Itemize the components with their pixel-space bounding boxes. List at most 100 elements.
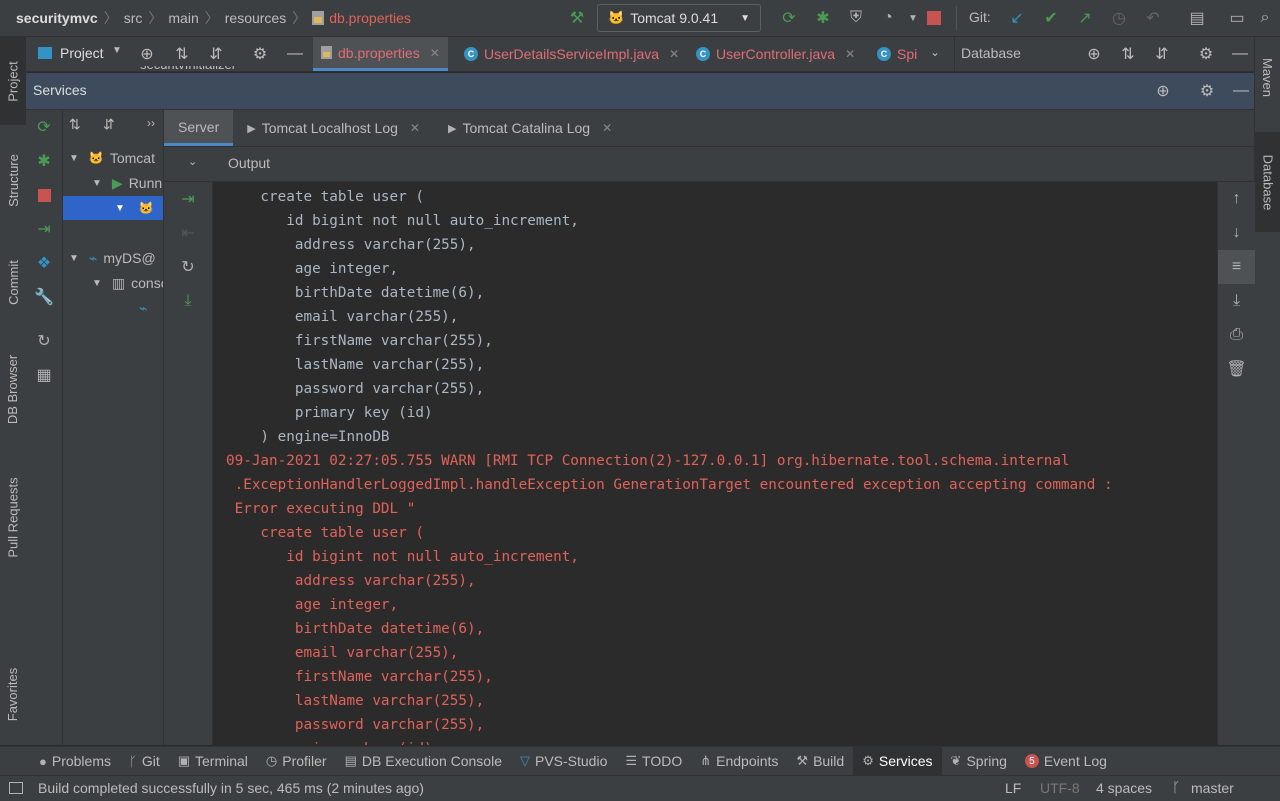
git-branch-name[interactable]: master (1191, 780, 1234, 796)
wrench-icon[interactable]: 🔧 (26, 280, 62, 314)
presentation-icon[interactable]: ▭ (1226, 7, 1248, 29)
hammer-icon[interactable]: ⚒ (566, 7, 588, 29)
tool-tab-pull-requests[interactable]: Pull Requests (0, 462, 26, 572)
print-icon[interactable]: ⎙ (1218, 318, 1255, 352)
trash-icon[interactable]: 🗑 (1218, 352, 1255, 386)
bottom-tab-event-log[interactable]: 5 Event Log (1016, 747, 1116, 775)
expand-all-icon[interactable]: ⇅ (1117, 43, 1139, 65)
breadcrumb-main[interactable]: main (168, 10, 198, 26)
close-icon[interactable]: ✕ (602, 121, 612, 135)
bottom-tab-git[interactable]: ᚴ Git (120, 747, 169, 775)
bottom-tab-problems[interactable]: ● Problems (30, 747, 120, 775)
chevron-down-icon[interactable]: ⌄ (930, 45, 940, 59)
gear-icon[interactable]: ⚙ (249, 43, 271, 65)
tab-db-properties[interactable]: db.properties ✕ (313, 37, 448, 71)
hide-icon[interactable]: — (284, 43, 306, 65)
bottom-tab-terminal[interactable]: ▣ Terminal (169, 747, 257, 775)
bottom-tab-db-execution-console[interactable]: ▤ DB Execution Console (336, 747, 511, 775)
tree-node-session[interactable]: ⌁ (139, 296, 147, 320)
chevron-down-icon[interactable]: ▼ (115, 203, 125, 214)
tree-node-tomcat-app-selected[interactable]: ▼ 🐱 (63, 196, 163, 220)
bottom-tab-profiler[interactable]: ◷ Profiler (257, 747, 336, 775)
git-commit-icon[interactable]: ✔ (1040, 7, 1062, 29)
debug-icon[interactable]: ✱ (812, 7, 834, 29)
more-icon[interactable]: ›› (147, 116, 155, 130)
hide-icon[interactable]: — (1229, 43, 1251, 65)
close-icon[interactable]: ✕ (410, 121, 420, 135)
chevron-down-icon[interactable]: ▼ (69, 253, 79, 264)
hide-icon[interactable]: — (1230, 80, 1252, 102)
search-icon[interactable]: ⌕ (1254, 7, 1276, 29)
console-output[interactable]: create table user ( id bigint not null a… (213, 182, 1216, 745)
git-push-icon[interactable]: ↗ (1074, 7, 1096, 29)
deploy-icon[interactable]: ⇥ (164, 182, 212, 216)
tool-tab-db-browser[interactable]: DB Browser (0, 337, 26, 442)
layout-icon[interactable]: ▦ (26, 358, 62, 392)
update-app-icon[interactable]: ⤓ (164, 284, 212, 318)
locate-icon[interactable]: ⊕ (136, 43, 158, 65)
breadcrumb-src[interactable]: src (124, 10, 143, 26)
chevron-down-icon[interactable]: ⌄ (188, 155, 197, 168)
tree-node-datasource[interactable]: ▼ ⌁ myDS@ (69, 246, 156, 270)
scroll-to-end-icon[interactable]: ⤓ (1218, 284, 1255, 318)
expand-all-icon[interactable]: ⇅ (171, 43, 193, 65)
tool-tab-project[interactable]: Project (0, 37, 26, 125)
line-separator[interactable]: LF (1005, 780, 1021, 796)
tool-windows-toggle-icon[interactable] (9, 782, 23, 794)
tool-tab-commit[interactable]: Commit (0, 242, 26, 322)
close-icon[interactable]: ✕ (669, 47, 679, 61)
bottom-tab-todo[interactable]: ☰ TODO (616, 747, 691, 775)
stop-icon[interactable] (927, 11, 941, 25)
bottom-tab-build[interactable]: ⚒ Build (787, 747, 853, 775)
profile-icon[interactable]: ◔ (877, 7, 899, 29)
add-service-icon[interactable]: ⊕ (1152, 80, 1174, 102)
gear-icon[interactable]: ⚙ (1196, 80, 1218, 102)
rerun-icon[interactable]: ⟳ (26, 110, 62, 144)
arrow-up-icon[interactable]: ↑ (1218, 182, 1255, 216)
tree-node-running[interactable]: ▼ ▶ Running (92, 171, 163, 195)
project-view-label[interactable]: Project (60, 45, 104, 61)
coverage-icon[interactable]: ⛨ (845, 7, 867, 29)
collapse-all-icon[interactable]: ⇵ (205, 43, 227, 65)
collapse-all-icon[interactable]: ⇵ (1151, 43, 1173, 65)
breadcrumb-resources[interactable]: resources (225, 10, 286, 26)
bottom-tab-pvs-studio[interactable]: ▽ PVS-Studio (511, 747, 616, 775)
bottom-tab-spring[interactable]: ❦ Spring (942, 747, 1016, 775)
deploy-icon[interactable]: ⇥ (26, 212, 62, 246)
stop-icon[interactable] (26, 178, 62, 212)
collapse-all-icon[interactable]: ⇵ (103, 116, 115, 133)
close-icon[interactable]: ✕ (845, 47, 855, 61)
breadcrumb-file[interactable]: db.properties (329, 10, 411, 26)
chevron-down-icon[interactable]: ▼ (92, 178, 102, 189)
gear-icon[interactable]: ⚙ (1195, 43, 1217, 65)
refresh-icon[interactable]: ↻ (164, 250, 212, 284)
tab-server[interactable]: Server (164, 110, 234, 146)
breadcrumb-project[interactable]: securitymvc (16, 10, 98, 26)
tool-tab-favorites[interactable]: Favorites (0, 652, 26, 737)
locate-icon[interactable]: ⊕ (1083, 43, 1105, 65)
tool-tab-maven[interactable]: Maven (1255, 42, 1280, 112)
git-history-icon[interactable]: ◷ (1108, 7, 1130, 29)
tab-userdetailsserviceimpl[interactable]: C UserDetailsServiceImpl.java ✕ (456, 37, 687, 71)
tree-node-console[interactable]: ▼ ▥ console (92, 271, 163, 295)
expand-all-icon[interactable]: ⇅ (69, 116, 81, 133)
undeploy-icon[interactable]: ⇤ (164, 216, 212, 250)
tab-tomcat-localhost-log[interactable]: ▶ Tomcat Localhost Log ✕ (233, 110, 434, 146)
bottom-tab-services[interactable]: ⚙ Services (853, 747, 942, 775)
indent-setting[interactable]: 4 spaces (1096, 780, 1152, 796)
tool-tab-database[interactable]: Database (1255, 132, 1280, 232)
chevron-down-icon[interactable]: ▼ (69, 153, 79, 164)
git-rollback-icon[interactable]: ↶ (1142, 7, 1164, 29)
soft-wrap-icon[interactable]: ≡ (1218, 250, 1255, 284)
run-configuration-select[interactable]: 🐱 Tomcat 9.0.41 ▼ (597, 4, 761, 32)
git-update-icon[interactable]: ↙ (1006, 7, 1028, 29)
close-icon[interactable]: ✕ (430, 46, 440, 60)
chevron-down-icon[interactable]: ▼ (112, 45, 122, 56)
project-structure-icon[interactable]: ▤ (1186, 7, 1208, 29)
refresh-icon[interactable]: ↻ (26, 324, 62, 358)
tree-node-tomcat[interactable]: ▼ 🐱 Tomcat (69, 146, 155, 170)
status-message[interactable]: Build completed successfully in 5 sec, 4… (38, 780, 424, 796)
tab-tomcat-catalina-log[interactable]: ▶ Tomcat Catalina Log ✕ (434, 110, 626, 146)
chevron-down-icon[interactable]: ▼ (92, 278, 102, 289)
more-run-chevron-icon[interactable]: ▼ (902, 7, 924, 29)
